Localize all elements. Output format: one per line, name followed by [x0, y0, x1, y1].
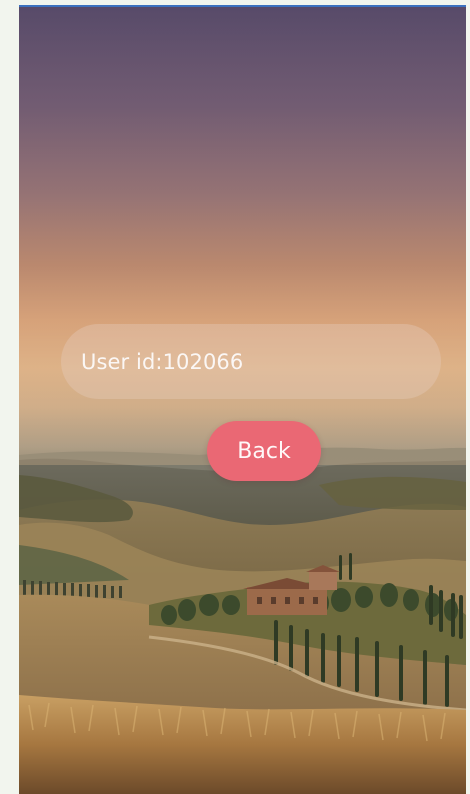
top-accent-bar [19, 5, 466, 7]
back-button-label: Back [237, 438, 291, 464]
back-button[interactable]: Back [207, 421, 321, 481]
user-id-text: User id:102066 [81, 349, 244, 374]
user-id-display: User id:102066 [61, 324, 441, 399]
app-screen: User id:102066 Back [19, 5, 466, 794]
landscape-background [19, 5, 466, 794]
